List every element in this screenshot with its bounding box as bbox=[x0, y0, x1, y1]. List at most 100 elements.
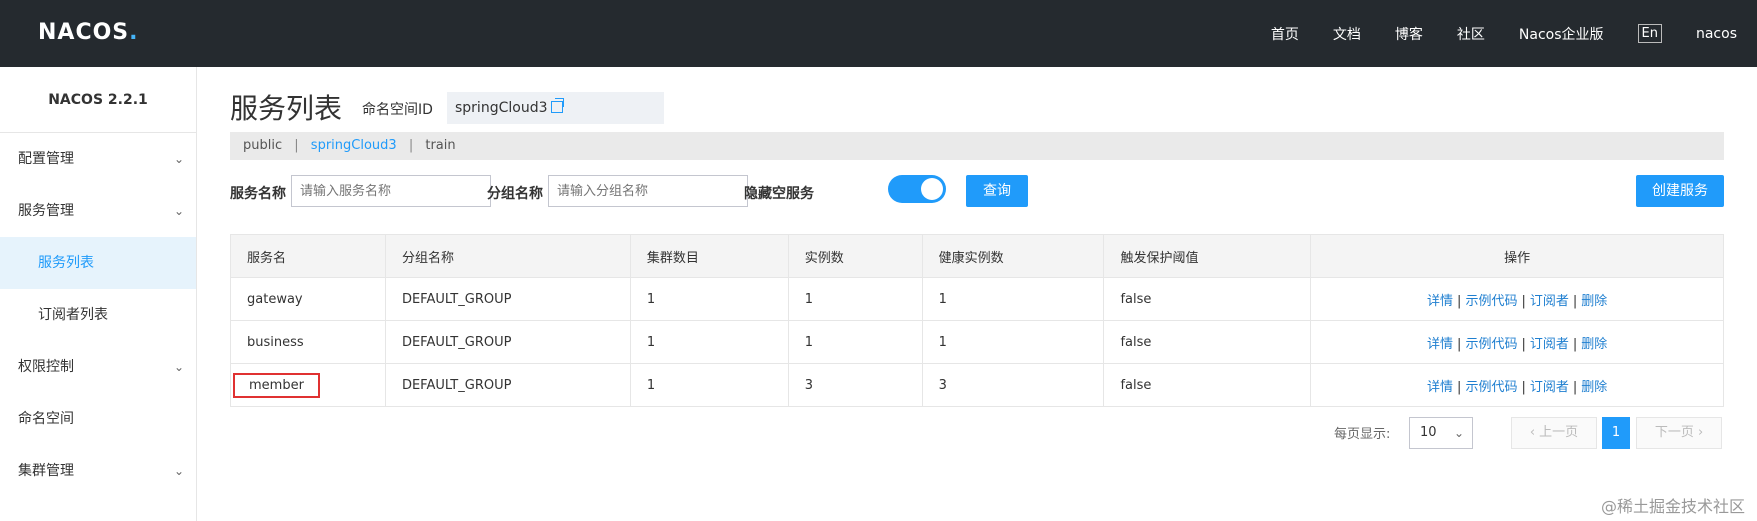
create-service-button[interactable]: 创建服务 bbox=[1636, 175, 1724, 207]
col-threshold: 触发保护阈值 bbox=[1103, 234, 1312, 278]
sidebar-item-label: 服务列表 bbox=[38, 255, 94, 271]
col-instance-count: 实例数 bbox=[787, 234, 923, 278]
sidebar-item-label: 服务管理 bbox=[18, 203, 74, 219]
prev-page-button[interactable]: ‹ 上一页 bbox=[1511, 417, 1597, 449]
sidebar-item-auth[interactable]: 权限控制 ⌄ bbox=[0, 341, 196, 393]
sidebar-item-service-list[interactable]: 服务列表 bbox=[0, 237, 196, 289]
col-healthy-count: 健康实例数 bbox=[921, 234, 1105, 278]
sidebar-item-namespace[interactable]: 命名空间 bbox=[0, 393, 196, 445]
group-cell: DEFAULT_GROUP bbox=[384, 320, 631, 364]
actions-cell: 详情 | 示例代码 | 订阅者 | 删除 bbox=[1310, 363, 1724, 407]
col-service-name: 服务名 bbox=[230, 234, 386, 278]
action-separator: | bbox=[1521, 336, 1526, 352]
detail-link[interactable]: 详情 bbox=[1427, 337, 1453, 352]
group-name-input[interactable] bbox=[548, 175, 748, 207]
sidebar-item-service[interactable]: 服务管理 ⌄ bbox=[0, 185, 196, 237]
top-nav: 首页 文档 博客 社区 Nacos企业版 En nacos bbox=[1237, 0, 1757, 67]
sidebar-item-label: 集群管理 bbox=[18, 463, 74, 479]
page-title: 服务列表 bbox=[230, 92, 343, 125]
action-separator: | bbox=[1572, 336, 1578, 352]
subscribers-link[interactable]: 订阅者 bbox=[1530, 380, 1569, 395]
search-form: 服务名称 分组名称 隐藏空服务 查询 创建服务 bbox=[230, 175, 1724, 209]
cluster-count-cell: 1 bbox=[629, 320, 789, 364]
query-button[interactable]: 查询 bbox=[966, 175, 1028, 207]
nav-docs[interactable]: 文档 bbox=[1333, 24, 1361, 44]
table-row: gateway DEFAULT_GROUP 1 1 1 false 详情 | 示例代… bbox=[230, 277, 1724, 321]
namespace-switcher: public | springCloud3 | train bbox=[230, 132, 1724, 160]
action-separator: | bbox=[1457, 293, 1462, 309]
threshold-cell: false bbox=[1103, 320, 1311, 364]
namespace-id-value: springCloud3 bbox=[447, 92, 664, 124]
sidebar-item-label: 配置管理 bbox=[18, 151, 74, 167]
instance-count-cell: 1 bbox=[787, 320, 923, 364]
healthy-count-cell: 1 bbox=[921, 320, 1104, 364]
group-name-label: 分组名称 bbox=[487, 186, 543, 202]
instance-count-cell: 3 bbox=[787, 363, 923, 407]
sidebar-item-label: 订阅者列表 bbox=[38, 307, 108, 323]
sidebar-item-subscriber-list[interactable]: 订阅者列表 bbox=[0, 289, 196, 341]
page-size-label: 每页显示: bbox=[1334, 427, 1391, 442]
language-switch[interactable]: En bbox=[1637, 24, 1662, 43]
sidebar-item-config[interactable]: 配置管理 ⌄ bbox=[0, 133, 196, 185]
next-page-button[interactable]: 下一页 › bbox=[1636, 417, 1722, 449]
delete-link[interactable]: 删除 bbox=[1581, 294, 1607, 309]
page-number-current[interactable]: 1 bbox=[1602, 417, 1630, 449]
action-separator: | bbox=[1572, 293, 1578, 309]
sidebar: NACOS 2.2.1 配置管理 ⌄ 服务管理 ⌄ 服务列表 订阅者列表 权限控… bbox=[0, 67, 197, 521]
sample-code-link[interactable]: 示例代码 bbox=[1465, 294, 1517, 309]
version-label: NACOS 2.2.1 bbox=[0, 67, 196, 133]
service-name-cell: gateway bbox=[230, 277, 386, 321]
top-header: NACOS. 首页 文档 博客 社区 Nacos企业版 En nacos bbox=[0, 0, 1757, 67]
action-separator: | bbox=[1457, 336, 1462, 352]
main-content: 服务列表 命名空间ID springCloud3 public | spring… bbox=[197, 67, 1757, 521]
nav-blog[interactable]: 博客 bbox=[1395, 24, 1423, 44]
subscribers-link[interactable]: 订阅者 bbox=[1530, 337, 1569, 352]
table-row: member DEFAULT_GROUP 1 3 3 false 详情 | 示例代码… bbox=[230, 363, 1724, 407]
nav-home[interactable]: 首页 bbox=[1271, 24, 1299, 44]
col-cluster-count: 集群数目 bbox=[629, 234, 789, 278]
chevron-down-icon: ⌄ bbox=[173, 204, 184, 218]
group-cell: DEFAULT_GROUP bbox=[384, 277, 631, 321]
namespace-springcloud3[interactable]: springCloud3 bbox=[311, 138, 397, 153]
page-size-select[interactable]: 10 ⌄ bbox=[1409, 417, 1473, 449]
watermark: @稀土掘金技术社区 bbox=[1600, 497, 1745, 516]
healthy-count-cell: 3 bbox=[921, 363, 1104, 407]
table-header-row: 服务名 分组名称 集群数目 实例数 健康实例数 触发保护阈值 操作 bbox=[230, 234, 1724, 278]
sidebar-item-cluster[interactable]: 集群管理 ⌄ bbox=[0, 445, 196, 497]
action-separator: | bbox=[1457, 379, 1462, 395]
service-table: 服务名 分组名称 集群数目 实例数 健康实例数 触发保护阈值 操作 gatewa… bbox=[230, 234, 1724, 407]
action-separator: | bbox=[1521, 293, 1526, 309]
chevron-down-icon: ⌄ bbox=[173, 360, 184, 374]
service-name-label: 服务名称 bbox=[230, 186, 286, 202]
user-menu[interactable]: nacos bbox=[1696, 26, 1737, 42]
detail-link[interactable]: 详情 bbox=[1427, 380, 1453, 395]
service-name-cell: business bbox=[230, 320, 386, 364]
nav-community[interactable]: 社区 bbox=[1457, 24, 1485, 44]
instance-count-cell: 1 bbox=[787, 277, 923, 321]
namespace-separator: | bbox=[294, 138, 299, 153]
highlight-box: member bbox=[233, 372, 320, 398]
delete-link[interactable]: 删除 bbox=[1581, 380, 1607, 395]
sample-code-link[interactable]: 示例代码 bbox=[1465, 380, 1517, 395]
actions-cell: 详情 | 示例代码 | 订阅者 | 删除 bbox=[1310, 277, 1724, 321]
chevron-left-icon: ‹ bbox=[1529, 425, 1536, 440]
delete-link[interactable]: 删除 bbox=[1581, 337, 1607, 352]
col-actions: 操作 bbox=[1310, 234, 1724, 278]
chevron-down-icon: ⌄ bbox=[173, 152, 184, 166]
action-separator: | bbox=[1521, 379, 1526, 395]
threshold-cell: false bbox=[1103, 277, 1311, 321]
subscribers-link[interactable]: 订阅者 bbox=[1530, 294, 1569, 309]
copy-icon[interactable] bbox=[551, 98, 565, 113]
healthy-count-cell: 1 bbox=[921, 277, 1104, 321]
sidebar-item-label: 命名空间 bbox=[18, 411, 74, 427]
cluster-count-cell: 1 bbox=[629, 363, 789, 407]
nacos-logo[interactable]: NACOS. bbox=[38, 20, 139, 45]
sample-code-link[interactable]: 示例代码 bbox=[1465, 337, 1517, 352]
detail-link[interactable]: 详情 bbox=[1427, 294, 1453, 309]
nav-enterprise[interactable]: Nacos企业版 bbox=[1519, 24, 1604, 44]
table-row: business DEFAULT_GROUP 1 1 1 false 详情 | 示例… bbox=[230, 320, 1724, 364]
namespace-public[interactable]: public bbox=[243, 138, 282, 153]
hide-empty-toggle[interactable] bbox=[888, 175, 946, 203]
namespace-train[interactable]: train bbox=[425, 138, 455, 153]
service-name-input[interactable] bbox=[291, 175, 491, 207]
